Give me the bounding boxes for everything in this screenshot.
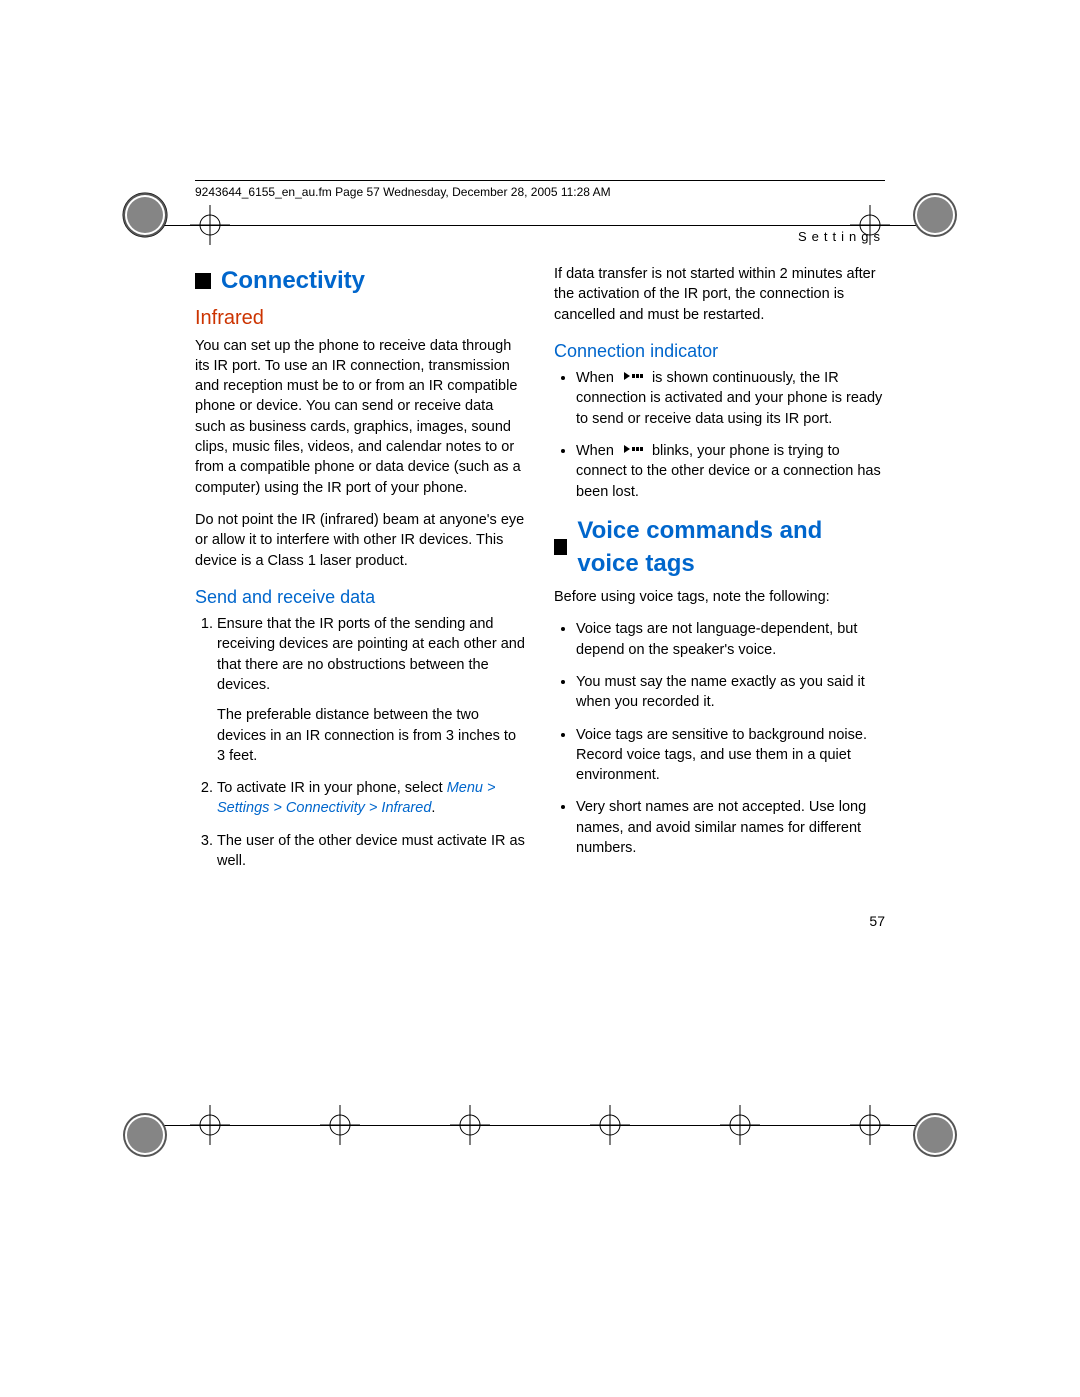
section-label: Settings bbox=[195, 229, 885, 244]
square-bullet-icon bbox=[195, 273, 211, 289]
list-item: Very short names are not accepted. Use l… bbox=[576, 797, 885, 858]
list-item: Voice tags are sensitive to background n… bbox=[576, 725, 885, 786]
heading-send-receive: Send and receive data bbox=[195, 585, 526, 610]
list-item: You must say the name exactly as you sai… bbox=[576, 672, 885, 713]
crosshair-icon bbox=[320, 1105, 360, 1145]
crosshair-icon bbox=[190, 1105, 230, 1145]
list-item: Voice tags are not language-dependent, b… bbox=[576, 619, 885, 660]
list-item: To activate IR in your phone, select Men… bbox=[217, 778, 526, 819]
heading-connectivity: Connectivity bbox=[195, 264, 526, 298]
body-text: You can set up the phone to receive data… bbox=[195, 336, 526, 498]
body-text: Do not point the IR (infrared) beam at a… bbox=[195, 510, 526, 571]
square-bullet-icon bbox=[554, 539, 567, 555]
list-item: When blinks, your phone is trying to con… bbox=[576, 441, 885, 502]
registration-mark-icon bbox=[120, 1110, 170, 1160]
infrared-indicator-icon bbox=[622, 368, 644, 388]
left-column: Connectivity Infrared You can set up the… bbox=[195, 264, 526, 883]
crosshair-icon bbox=[590, 1105, 630, 1145]
infrared-indicator-icon bbox=[622, 441, 644, 461]
list-item: Ensure that the IR ports of the sending … bbox=[217, 614, 526, 766]
list-item: When is shown continuously, the IR conne… bbox=[576, 368, 885, 429]
heading-voice-commands: Voice commands and voice tags bbox=[554, 514, 885, 581]
registration-mark-icon bbox=[910, 190, 960, 240]
registration-mark-icon bbox=[910, 1110, 960, 1160]
page-number: 57 bbox=[195, 913, 885, 929]
running-header: 9243644_6155_en_au.fm Page 57 Wednesday,… bbox=[195, 185, 885, 199]
heading-infrared: Infrared bbox=[195, 304, 526, 332]
crosshair-icon bbox=[450, 1105, 490, 1145]
body-text: Before using voice tags, note the follow… bbox=[554, 587, 885, 607]
heading-connection-indicator: Connection indicator bbox=[554, 339, 885, 364]
right-column: If data transfer is not started within 2… bbox=[554, 264, 885, 883]
list-item: The user of the other device must activa… bbox=[217, 831, 526, 872]
crosshair-icon bbox=[720, 1105, 760, 1145]
heading-text: Connectivity bbox=[221, 264, 365, 298]
body-text: The preferable distance between the two … bbox=[217, 705, 526, 766]
heading-text: Voice commands and voice tags bbox=[577, 514, 885, 581]
registration-mark-icon bbox=[120, 190, 170, 240]
crosshair-icon bbox=[850, 1105, 890, 1145]
body-text: If data transfer is not started within 2… bbox=[554, 264, 885, 325]
